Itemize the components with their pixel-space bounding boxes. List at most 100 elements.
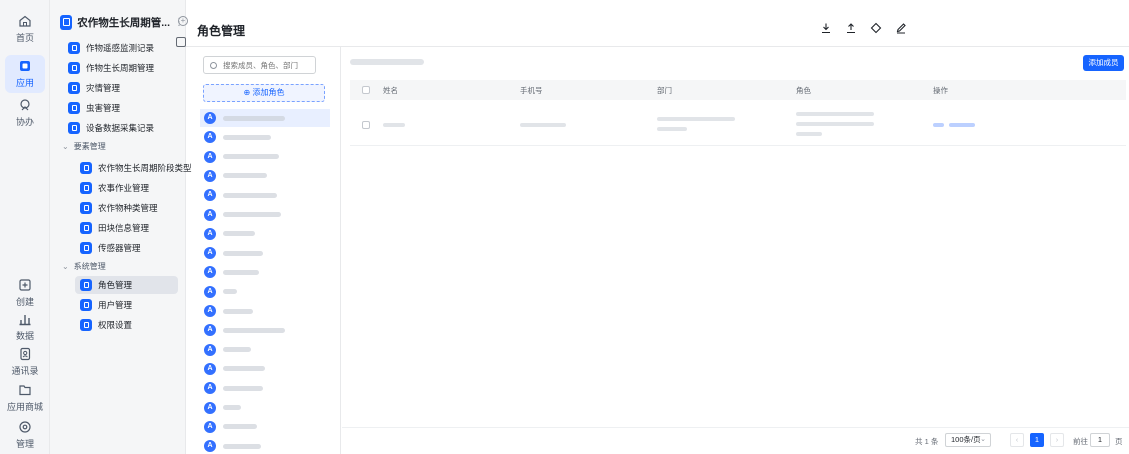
- rail-item-store[interactable]: 应用商城: [0, 379, 50, 417]
- role-list-item[interactable]: A: [200, 302, 330, 320]
- menu-item-growth-cycle[interactable]: 作物生长周期管理: [68, 59, 176, 77]
- chevron-down-icon: ⌄: [62, 262, 69, 271]
- role-avatar-icon: A: [204, 401, 216, 414]
- menu-item-user-management[interactable]: 用户管理: [80, 296, 180, 314]
- role-list-item[interactable]: A: [200, 321, 330, 339]
- goto-label: 前往: [1073, 436, 1088, 446]
- menu-item-device-data[interactable]: 设备数据采集记录: [68, 119, 176, 137]
- row-checkbox[interactable]: [362, 121, 370, 129]
- member-phone-redacted: [520, 123, 566, 127]
- download-icon[interactable]: [820, 22, 832, 34]
- edit-member-link[interactable]: [949, 123, 975, 127]
- role-list-item[interactable]: A: [200, 341, 330, 359]
- rail-item-collab[interactable]: 协办: [0, 94, 50, 132]
- table-row[interactable]: [350, 104, 1126, 146]
- menu-item-remote-sensing[interactable]: 作物遥感监测记录: [68, 39, 176, 57]
- menu-item-label: 作物遥感监测记录: [86, 43, 155, 53]
- rail-label: 创建: [15, 297, 34, 307]
- menu-item-sensor[interactable]: 传感器管理: [80, 239, 180, 257]
- pagination-divider: [342, 427, 1129, 428]
- rail-item-manage[interactable]: 管理: [0, 416, 50, 454]
- role-search-input[interactable]: [223, 60, 313, 70]
- role-list-item[interactable]: A: [200, 379, 330, 397]
- menu-item-label: 农作物种类管理: [98, 203, 158, 213]
- app-title: 农作物生长周期管...: [77, 16, 170, 29]
- menu-item-label: 设备数据采集记录: [86, 123, 155, 133]
- role-members-title-redacted: [350, 59, 424, 65]
- contacts-icon: [20, 347, 31, 361]
- role-list-item[interactable]: A: [200, 206, 330, 224]
- menu-item-label: 角色管理: [98, 280, 133, 290]
- add-circle-icon[interactable]: +: [178, 16, 188, 26]
- page-size-select[interactable]: 100条/页 ⌄: [945, 433, 991, 447]
- menu-item-label: 灾情管理: [86, 83, 121, 93]
- add-member-button[interactable]: 添加成员: [1083, 55, 1124, 71]
- menu-item-label: 作物生长周期管理: [86, 63, 155, 73]
- menu-item-disaster[interactable]: 灾情管理: [68, 79, 176, 97]
- role-list-item[interactable]: A: [200, 109, 330, 127]
- menu-group-system[interactable]: ⌄ 系统管理: [62, 261, 106, 272]
- role-avatar-icon: A: [204, 112, 216, 124]
- form-icon: [68, 82, 80, 94]
- role-name-redacted: [223, 385, 263, 391]
- store-icon: [19, 385, 31, 396]
- menu-group-elements[interactable]: ⌄ 要素管理: [62, 141, 106, 152]
- role-list-item[interactable]: A: [200, 167, 330, 185]
- rail-item-data[interactable]: 数据: [0, 308, 50, 346]
- role-search-box[interactable]: [203, 56, 316, 74]
- menu-item-pest[interactable]: 虫害管理: [68, 99, 176, 117]
- role-avatar-icon: A: [204, 324, 216, 337]
- app-header[interactable]: 农作物生长周期管... ⋮ +: [60, 12, 188, 32]
- role-name-redacted: [223, 115, 285, 121]
- role-list-item[interactable]: A: [200, 128, 330, 146]
- role-list-item[interactable]: A: [200, 148, 330, 166]
- menu-item-stage-type[interactable]: 农作物生长周期阶段类型: [80, 159, 192, 177]
- goto-page-input[interactable]: 1: [1090, 433, 1110, 447]
- role-list-item[interactable]: A: [200, 360, 330, 378]
- form-icon: [80, 279, 92, 291]
- menu-item-permissions[interactable]: 权限设置: [80, 316, 180, 334]
- role-list-item[interactable]: A: [200, 225, 330, 243]
- collapse-menu-icon[interactable]: [176, 37, 186, 47]
- role-avatar-icon: A: [204, 169, 216, 182]
- role-list-item[interactable]: A: [200, 263, 330, 281]
- role-list-item[interactable]: A: [200, 244, 330, 262]
- select-all-checkbox[interactable]: [362, 86, 370, 94]
- page-title: 角色管理: [197, 24, 246, 38]
- role-name-redacted: [223, 347, 251, 353]
- role-avatar-icon: A: [204, 440, 216, 453]
- role-list-item[interactable]: A: [200, 283, 330, 301]
- role-list-item[interactable]: A: [200, 418, 330, 436]
- rail-item-contacts[interactable]: 通讯录: [0, 343, 50, 381]
- rail-item-home[interactable]: 首页: [0, 10, 50, 48]
- remove-member-link[interactable]: [933, 123, 944, 127]
- column-header-phone: 手机号: [520, 86, 543, 95]
- diamond-icon[interactable]: [870, 22, 882, 34]
- menu-item-label: 田块信息管理: [98, 223, 150, 233]
- menu-item-crop-type[interactable]: 农作物种类管理: [80, 199, 180, 217]
- role-list-item[interactable]: A: [200, 186, 330, 204]
- add-role-button[interactable]: ⊕ 添加角色: [203, 84, 325, 102]
- menu-item-field-info[interactable]: 田块信息管理: [80, 219, 180, 237]
- role-name-redacted: [223, 424, 257, 430]
- role-list-item[interactable]: A: [200, 437, 330, 454]
- member-roles-redacted: [796, 112, 874, 116]
- header-toolbar: [820, 22, 907, 34]
- form-icon: [68, 122, 80, 134]
- prev-page-button[interactable]: ‹: [1010, 433, 1024, 447]
- rail-item-create[interactable]: 创建: [0, 274, 50, 312]
- role-list-item[interactable]: A: [200, 399, 330, 417]
- menu-item-role-management[interactable]: 角色管理: [75, 276, 178, 294]
- role-name-redacted: [223, 366, 265, 372]
- form-icon: [80, 162, 92, 174]
- app-icon: [20, 61, 30, 71]
- page-number-button[interactable]: 1: [1030, 433, 1044, 447]
- next-page-button[interactable]: ›: [1050, 433, 1064, 447]
- create-icon: [19, 279, 31, 291]
- role-name-redacted: [223, 308, 253, 314]
- pagination-total: 共 1 条: [915, 436, 939, 446]
- menu-item-farm-work[interactable]: 农事作业管理: [80, 179, 180, 197]
- rail-item-app[interactable]: 应用: [0, 55, 50, 93]
- upload-icon[interactable]: [845, 22, 857, 34]
- edit-icon[interactable]: [895, 22, 907, 34]
